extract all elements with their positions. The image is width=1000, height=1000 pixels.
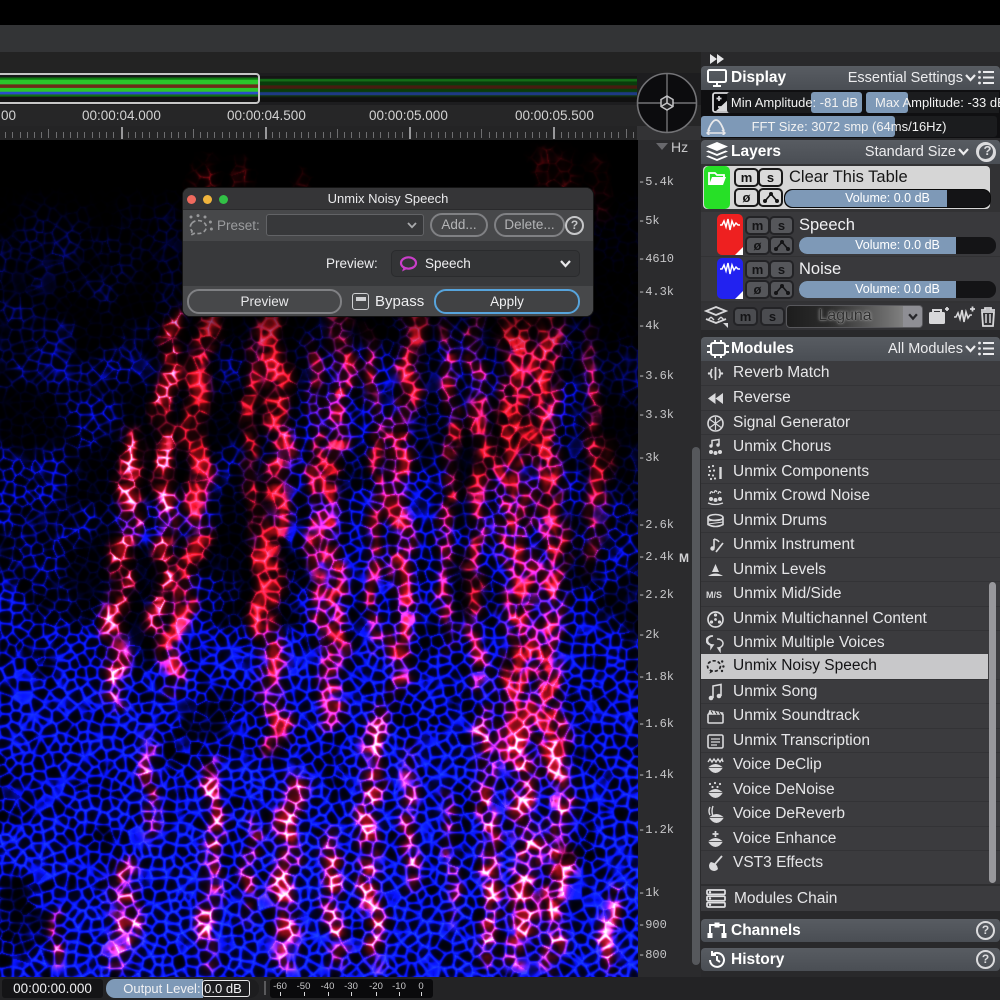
svg-text:M/S: M/S [706, 590, 722, 600]
